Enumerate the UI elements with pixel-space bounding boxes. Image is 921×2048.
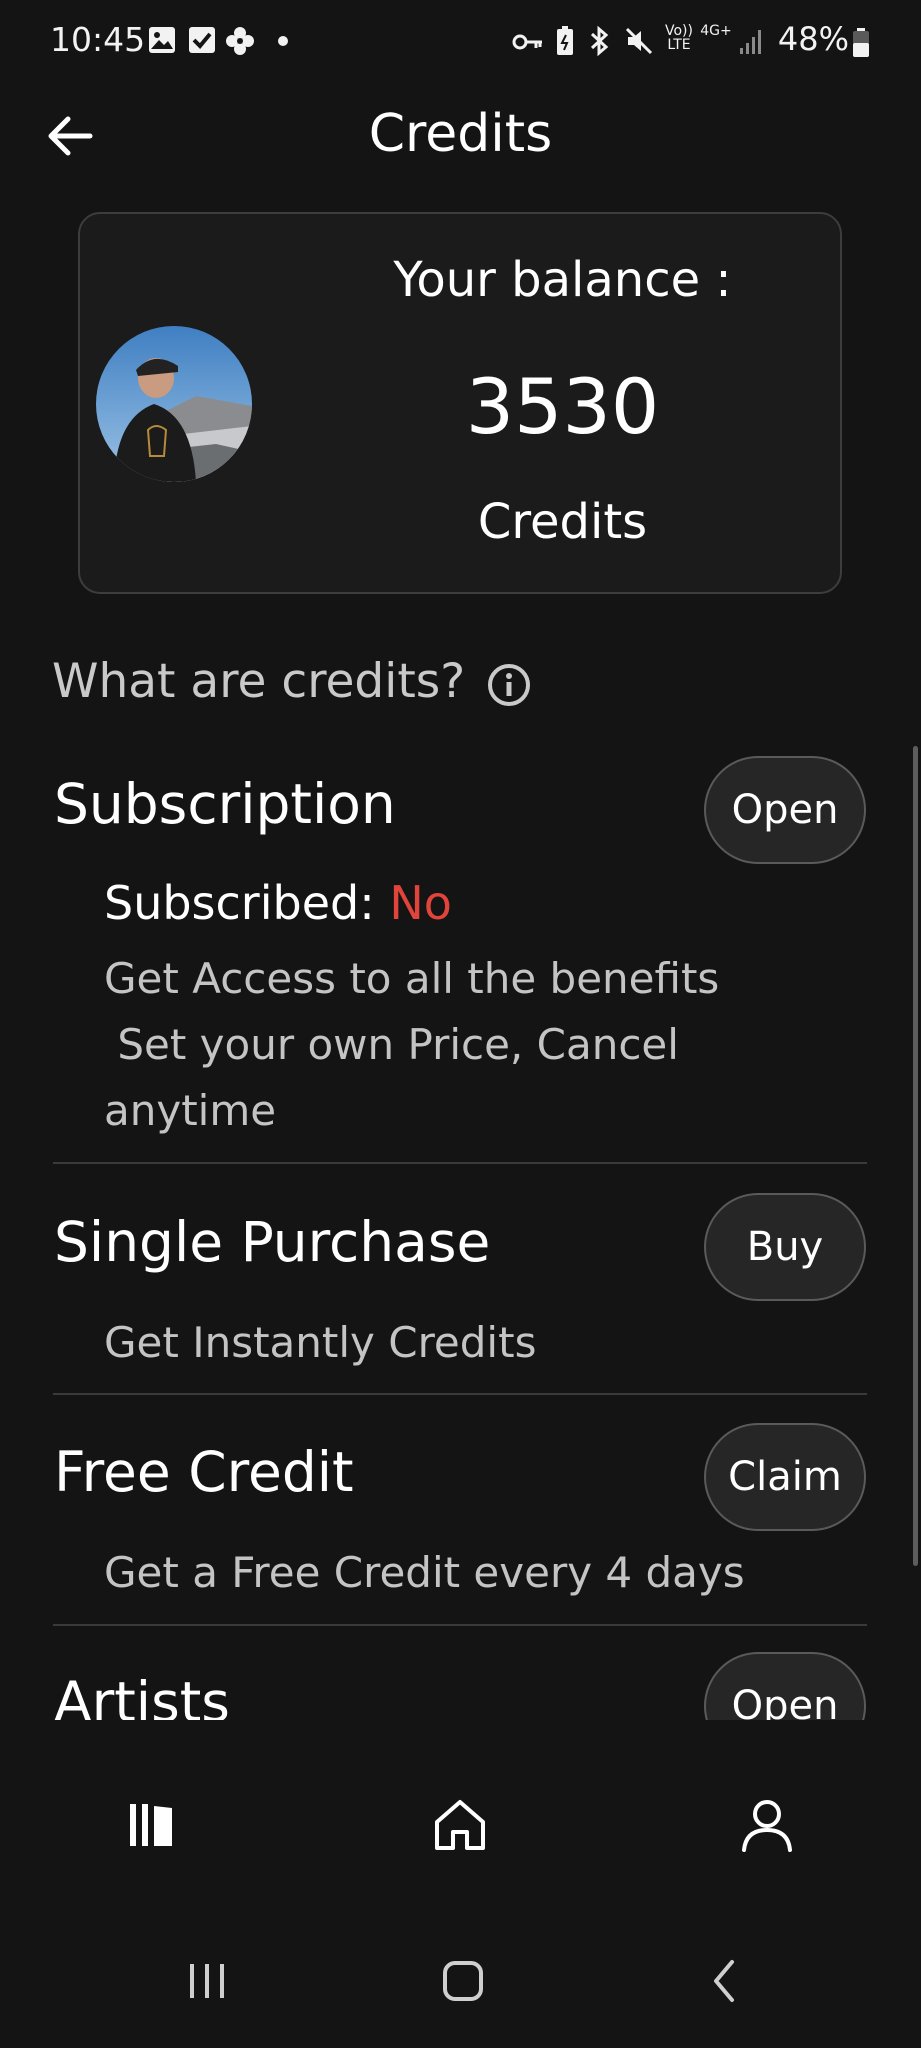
- signal-icon: [740, 30, 761, 54]
- battery-icon: [853, 28, 869, 57]
- flower-icon: [226, 27, 254, 55]
- 4g-icon: 4G+: [700, 23, 732, 39]
- status-time: 10:45: [50, 20, 146, 59]
- subscription-open-button[interactable]: Open: [704, 756, 866, 864]
- single-purchase-buy-button[interactable]: Buy: [704, 1193, 866, 1301]
- scroll-content-clip: Artists Open: [0, 1640, 921, 1720]
- scrollbar[interactable]: [913, 746, 918, 1566]
- single-purchase-description: Get Instantly Credits: [104, 1318, 537, 1367]
- dot-icon: [278, 36, 288, 46]
- home-icon[interactable]: [429, 1794, 491, 1856]
- divider: [53, 1393, 867, 1395]
- battery-saver-icon: [557, 26, 573, 55]
- subscription-description-line-2: Set your own Price, Cancel: [104, 1020, 679, 1069]
- avatar[interactable]: [96, 326, 252, 482]
- checkbox-icon: [189, 27, 215, 53]
- what-are-credits-link[interactable]: What are credits?: [52, 654, 465, 709]
- bluetooth-icon: [590, 26, 609, 56]
- free-credit-description: Get a Free Credit every 4 days: [104, 1548, 745, 1597]
- gallery-icon: [149, 27, 175, 53]
- library-icon[interactable]: [122, 1794, 184, 1856]
- single-purchase-title: Single Purchase: [54, 1210, 491, 1274]
- artists-open-button[interactable]: Open: [704, 1652, 866, 1720]
- subscription-description-line-1: Get Access to all the benefits: [104, 954, 720, 1003]
- subscription-description-line-3: anytime: [104, 1086, 277, 1135]
- volte-icon: Vo)) LTE: [665, 23, 693, 53]
- key-icon: [512, 34, 542, 50]
- recents-icon[interactable]: [184, 1958, 230, 2004]
- divider: [53, 1624, 867, 1626]
- divider: [53, 1162, 867, 1164]
- artists-title: Artists: [54, 1670, 230, 1720]
- mute-icon: [625, 27, 653, 55]
- free-credit-title: Free Credit: [54, 1440, 354, 1504]
- subscription-status-value: No: [389, 876, 452, 930]
- balance-value: 3530: [465, 362, 660, 451]
- subscription-status-label: Subscribed:: [104, 876, 375, 930]
- home-button-icon[interactable]: [440, 1958, 486, 2004]
- profile-icon[interactable]: [736, 1794, 798, 1856]
- info-icon[interactable]: [486, 662, 532, 708]
- subscription-title: Subscription: [54, 772, 396, 836]
- free-credit-claim-button[interactable]: Claim: [704, 1423, 866, 1531]
- status-bar: 10:45 Vo)) LTE 4G+ 48%: [0, 0, 921, 90]
- page-title: Credits: [368, 104, 553, 164]
- back-icon[interactable]: [702, 1958, 748, 2004]
- balance-unit: Credits: [477, 494, 648, 550]
- balance-label: Your balance :: [393, 252, 732, 308]
- battery-percent: 48%: [777, 20, 849, 58]
- subscription-status: Subscribed: No: [104, 876, 452, 930]
